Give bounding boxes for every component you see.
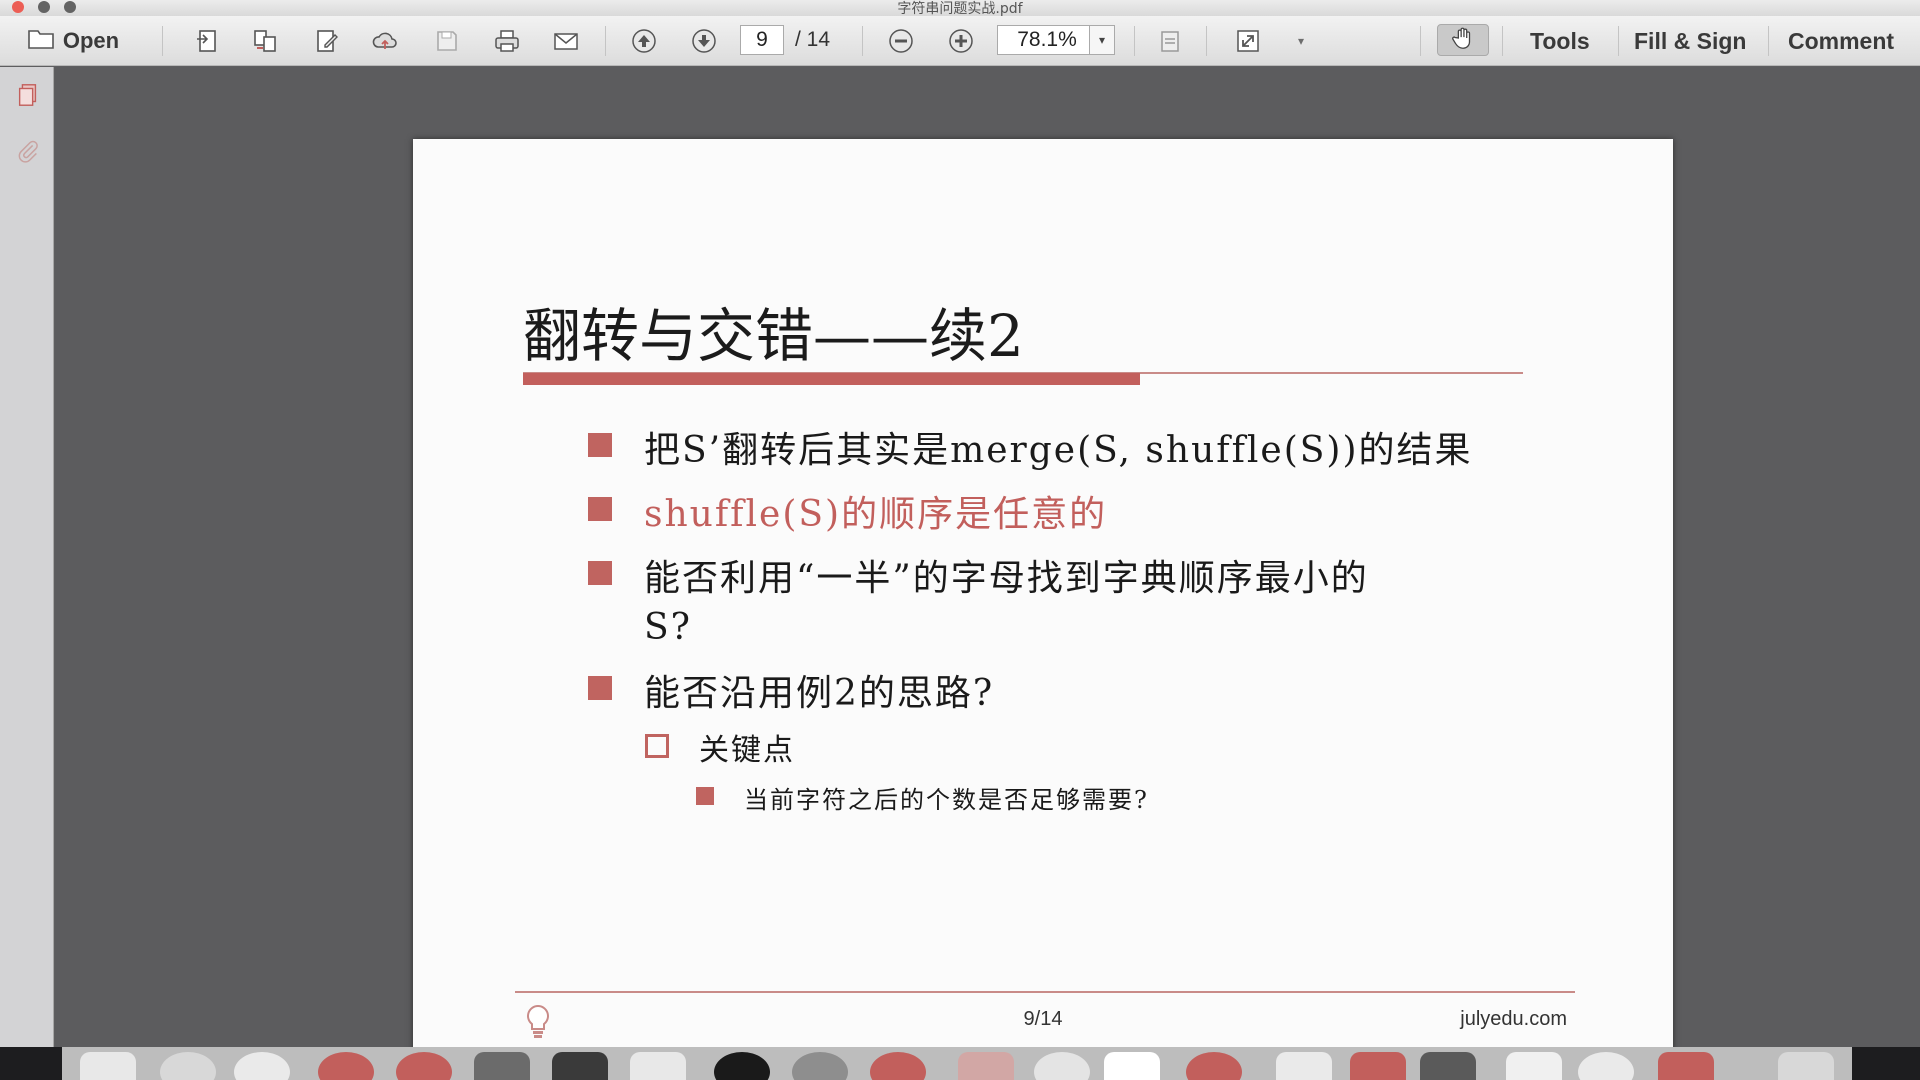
dock-app-icon[interactable] bbox=[1034, 1052, 1090, 1080]
save-icon[interactable] bbox=[430, 16, 464, 66]
folder-icon bbox=[27, 24, 55, 58]
fill-sign-button[interactable]: Fill & Sign bbox=[1634, 16, 1746, 66]
zoom-level-input[interactable]: 78.1% bbox=[997, 25, 1097, 55]
hollow-square-bullet-icon bbox=[645, 734, 669, 758]
toolbar-separator bbox=[1768, 26, 1769, 56]
dock-app-icon[interactable] bbox=[474, 1052, 530, 1080]
sub-bullet-item: 关键点 bbox=[645, 725, 795, 769]
sub-sub-bullet-item: 当前字符之后的个数是否足够需要? bbox=[696, 780, 1149, 815]
bullet-item: 能否沿用例2的思路? bbox=[588, 664, 994, 716]
dock-trash-icon[interactable] bbox=[1778, 1052, 1834, 1080]
bullet-text: 把S’翻转后其实是merge(S, shuffle(S))的结果 bbox=[644, 430, 1473, 471]
full-screen-icon[interactable] bbox=[1230, 16, 1266, 66]
window-titlebar: 字符串问题实战.pdf bbox=[0, 0, 1920, 17]
toolbar-separator bbox=[862, 26, 863, 56]
combine-files-icon[interactable] bbox=[248, 16, 282, 66]
pdf-page: 翻转与交错——续2 把S’翻转后其实是merge(S, shuffle(S))的… bbox=[413, 139, 1673, 1080]
navigation-sidebar bbox=[0, 67, 54, 1047]
dock-app-icon[interactable] bbox=[318, 1052, 374, 1080]
open-button[interactable]: Open bbox=[18, 16, 128, 66]
square-bullet-icon bbox=[696, 787, 714, 805]
dock-app-icon[interactable] bbox=[80, 1052, 136, 1080]
square-bullet-icon bbox=[588, 561, 612, 585]
footer-rule bbox=[515, 991, 1575, 993]
dock-app-icon[interactable] bbox=[714, 1052, 770, 1080]
zoom-in-icon[interactable] bbox=[943, 16, 979, 66]
toolbar-separator bbox=[1134, 26, 1135, 56]
dock-app-icon[interactable] bbox=[630, 1052, 686, 1080]
next-page-icon[interactable] bbox=[687, 16, 721, 66]
dock-app-icon[interactable] bbox=[958, 1052, 1014, 1080]
attachments-paperclip-icon[interactable] bbox=[14, 137, 42, 165]
slide-title: 翻转与交错——续2 bbox=[523, 302, 1024, 370]
previous-page-icon[interactable] bbox=[627, 16, 661, 66]
toolbar-separator bbox=[162, 26, 163, 56]
print-icon[interactable] bbox=[489, 16, 525, 66]
dock-app-icon[interactable] bbox=[792, 1052, 848, 1080]
comment-button[interactable]: Comment bbox=[1788, 16, 1894, 66]
dock-app-icon[interactable] bbox=[870, 1052, 926, 1080]
open-button-label: Open bbox=[62, 28, 120, 53]
cloud-upload-icon[interactable] bbox=[368, 16, 402, 66]
tools-button[interactable]: Tools bbox=[1530, 16, 1590, 66]
toolbar-separator bbox=[1618, 26, 1619, 56]
dock-app-icon[interactable] bbox=[1578, 1052, 1634, 1080]
zoom-out-icon[interactable] bbox=[883, 16, 919, 66]
bullet-text: shuffle(S)的顺序是任意的 bbox=[644, 494, 1108, 535]
dock-app-icon[interactable] bbox=[234, 1052, 290, 1080]
dock-app-icon[interactable] bbox=[1420, 1052, 1476, 1080]
bullet-item: shuffle(S)的顺序是任意的 bbox=[588, 485, 1107, 537]
bullet-text-block: 能否利用“一半”的字母找到字典顺序最小的 S? bbox=[644, 549, 1369, 648]
dock-app-icon[interactable] bbox=[1186, 1052, 1242, 1080]
toolbar: Open 9 / 14 78.1% ▾ ▾ Tools Fill & Sign … bbox=[0, 16, 1920, 66]
toolbar-separator bbox=[1420, 26, 1421, 56]
dock-app-icon[interactable] bbox=[1658, 1052, 1714, 1080]
dock-app-icon[interactable] bbox=[1276, 1052, 1332, 1080]
sub-sub-bullet-text: 当前字符之后的个数是否足够需要? bbox=[744, 786, 1149, 814]
page-total: / 14 bbox=[795, 28, 831, 51]
square-bullet-icon bbox=[588, 433, 612, 457]
page-thumbnails-icon[interactable] bbox=[14, 81, 42, 109]
email-icon[interactable] bbox=[548, 16, 584, 66]
hand-icon bbox=[1450, 25, 1476, 56]
square-bullet-icon bbox=[588, 497, 612, 521]
document-viewport[interactable]: 翻转与交错——续2 把S’翻转后其实是merge(S, shuffle(S))的… bbox=[55, 67, 1920, 1080]
toolbar-separator bbox=[1502, 26, 1503, 56]
create-pdf-icon[interactable] bbox=[190, 16, 224, 66]
zoom-dropdown-chevron-icon[interactable]: ▾ bbox=[1089, 25, 1115, 55]
dock-app-icon[interactable] bbox=[1350, 1052, 1406, 1080]
bullet-item: 把S’翻转后其实是merge(S, shuffle(S))的结果 bbox=[588, 421, 1473, 473]
dock-app-icon[interactable] bbox=[160, 1052, 216, 1080]
dock-shelf bbox=[62, 1047, 1852, 1080]
bullet-text-continued: S? bbox=[644, 607, 692, 648]
square-bullet-icon bbox=[588, 676, 612, 700]
bullet-text: 能否利用“一半”的字母找到字典顺序最小的 bbox=[644, 558, 1369, 599]
hand-tool-button[interactable] bbox=[1437, 24, 1489, 56]
dock-app-icon[interactable] bbox=[1506, 1052, 1562, 1080]
toolbar-separator bbox=[1206, 26, 1207, 56]
page-display-icon[interactable] bbox=[1152, 16, 1188, 66]
bullet-text: 能否沿用例2的思路? bbox=[644, 673, 995, 714]
footer-website: julyedu.com bbox=[1460, 1008, 1567, 1030]
toolbar-more-chevron-icon[interactable]: ▾ bbox=[1290, 16, 1312, 66]
dock-app-icon[interactable] bbox=[1104, 1052, 1160, 1080]
dock-app-icon[interactable] bbox=[552, 1052, 608, 1080]
toolbar-separator bbox=[605, 26, 606, 56]
sub-bullet-text: 关键点 bbox=[699, 733, 795, 768]
dock bbox=[0, 1047, 1920, 1080]
title-underline-accent bbox=[523, 373, 1140, 385]
edit-pdf-icon[interactable] bbox=[310, 16, 344, 66]
dock-app-icon[interactable] bbox=[396, 1052, 452, 1080]
bullet-item: 能否利用“一半”的字母找到字典顺序最小的 S? bbox=[588, 549, 1369, 648]
page-number-input[interactable]: 9 bbox=[740, 25, 784, 55]
